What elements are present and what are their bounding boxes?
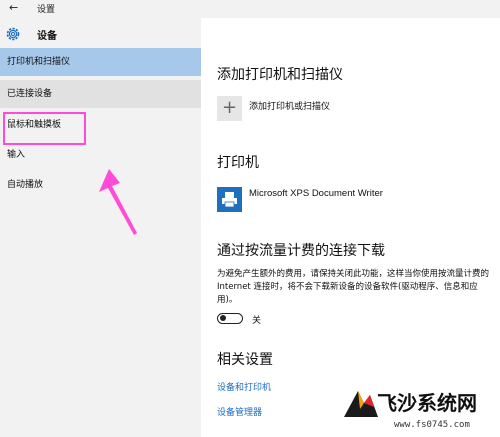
toggle-knob xyxy=(220,315,226,321)
watermark-text: 飞沙系统网 xyxy=(377,391,477,415)
metered-heading: 通过按流量计费的连接下载 xyxy=(217,243,385,259)
main-panel: 添加打印机和扫描仪 + 添加打印机或扫描仪 打印机 Microsoft XPS … xyxy=(201,18,500,437)
printers-heading: 打印机 xyxy=(217,155,259,171)
add-printer-label[interactable]: 添加打印机或扫描仪 xyxy=(249,99,330,112)
plus-icon: + xyxy=(221,97,238,118)
gear-icon xyxy=(6,27,20,41)
metered-toggle[interactable] xyxy=(217,313,243,324)
sidebar-item-input[interactable]: 输入 xyxy=(0,141,201,169)
annotation-highlight-box xyxy=(3,112,86,145)
watermark-url: www.fs0745.com xyxy=(394,420,470,430)
printer-item-name[interactable]: Microsoft XPS Document Writer xyxy=(249,188,383,199)
section-title: 设备 xyxy=(37,31,57,42)
sidebar-item-connected-devices[interactable]: 已连接设备 xyxy=(0,80,201,108)
sidebar: 设备 打印机和扫描仪 已连接设备 鼠标和触摸板 输入 自动播放 xyxy=(0,18,201,437)
printer-icon xyxy=(217,187,242,212)
metered-description: 为避免产生额外的费用，请保持关闭此功能，这样当你使用按流量计费的 Interne… xyxy=(217,269,490,305)
add-heading: 添加打印机和扫描仪 xyxy=(217,67,343,83)
add-printer-button[interactable]: + xyxy=(217,96,242,121)
related-heading: 相关设置 xyxy=(217,352,273,368)
watermark-logo-icon xyxy=(344,391,378,417)
toggle-state-label: 关 xyxy=(252,316,262,326)
window-title: 设置 xyxy=(37,5,56,15)
link-device-manager[interactable]: 设备管理器 xyxy=(217,405,262,418)
watermark: 飞沙系统网 www.fs0745.com xyxy=(340,383,500,437)
back-arrow-icon[interactable]: ← xyxy=(9,1,18,14)
title-bar: ← 设置 xyxy=(0,0,500,18)
link-devices-printers[interactable]: 设备和打印机 xyxy=(217,380,271,393)
sidebar-item-printers-scanners[interactable]: 打印机和扫描仪 xyxy=(0,48,201,76)
annotation-arrow xyxy=(99,169,137,235)
